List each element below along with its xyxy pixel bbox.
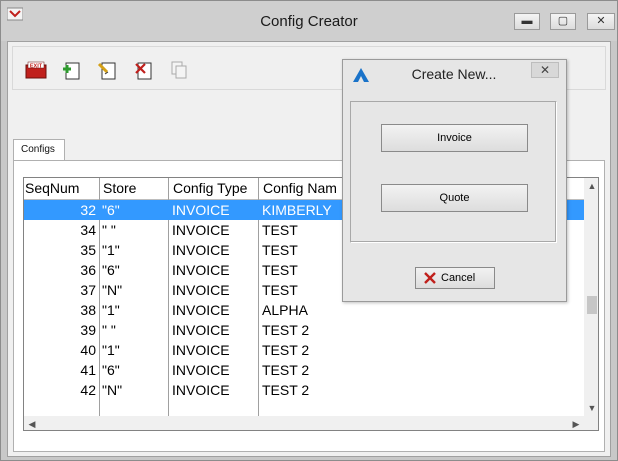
title-bar[interactable]: Config Creator ▬ ▢ ✕ [1, 1, 617, 41]
scroll-thumb[interactable] [587, 296, 597, 314]
quote-button[interactable]: Quote [381, 184, 528, 212]
invoice-button[interactable]: Invoice [381, 124, 528, 152]
cell-seqnum: 36 [80, 262, 96, 278]
cell-config-type: INVOICE [172, 342, 230, 358]
edit-icon[interactable] [97, 60, 117, 80]
column-header-seqnum[interactable]: SeqNum [25, 180, 79, 196]
maximize-icon: ▢ [557, 15, 569, 27]
close-button[interactable]: ✕ [587, 13, 615, 30]
delete-icon[interactable] [133, 60, 153, 80]
cell-store: "1" [102, 342, 120, 358]
cancel-x-icon [424, 272, 436, 284]
tab-configs-label: Configs [21, 144, 55, 155]
cell-config-name: TEST 2 [262, 342, 310, 358]
minimize-button[interactable]: ▬ [514, 13, 540, 30]
copy-icon[interactable] [169, 60, 189, 80]
cell-config-type: INVOICE [172, 202, 230, 218]
close-icon: ✕ [539, 63, 551, 77]
cell-seqnum: 35 [80, 242, 96, 258]
cell-config-type: INVOICE [172, 242, 230, 258]
cell-config-name: TEST 2 [262, 322, 310, 338]
scroll-left-icon[interactable]: ◀ [24, 416, 40, 430]
cell-store: "N" [102, 382, 123, 398]
cell-config-type: INVOICE [172, 262, 230, 278]
scroll-down-icon[interactable]: ▼ [584, 400, 598, 416]
cell-config-name: TEST [262, 282, 298, 298]
tab-configs[interactable]: Configs [13, 139, 65, 161]
dialog-button-group [350, 101, 557, 243]
cell-seqnum: 40 [80, 342, 96, 358]
vertical-scrollbar[interactable]: ▲ ▼ [584, 178, 598, 416]
column-header-config-type[interactable]: Config Type [173, 180, 247, 196]
scroll-right-icon[interactable]: ▶ [568, 416, 584, 430]
cell-config-name: TEST 2 [262, 362, 310, 378]
exit-icon[interactable]: EXIT [25, 60, 47, 80]
scroll-up-icon[interactable]: ▲ [584, 178, 598, 194]
cell-store: "6" [102, 202, 120, 218]
horizontal-scrollbar[interactable]: ◀ ▶ [24, 416, 584, 430]
cell-seqnum: 39 [80, 322, 96, 338]
close-icon: ✕ [596, 15, 606, 27]
cell-store: "N" [102, 282, 123, 298]
cell-store: "1" [102, 242, 120, 258]
dialog-close-button[interactable]: ✕ [531, 62, 559, 78]
cell-config-name: TEST [262, 262, 298, 278]
exit-label: EXIT [30, 63, 43, 69]
column-header-config-name[interactable]: Config Nam [263, 180, 347, 196]
dialog-title: Create New... [411, 66, 497, 82]
add-icon[interactable] [61, 60, 81, 80]
cell-store: " " [102, 322, 116, 338]
scroll-corner [584, 416, 598, 430]
cell-config-type: INVOICE [172, 222, 230, 238]
dialog-app-icon [353, 68, 369, 82]
cell-config-type: INVOICE [172, 382, 230, 398]
create-new-dialog: Create New... ✕ Invoice Quote Cancel [342, 59, 567, 302]
cell-seqnum: 41 [80, 362, 96, 378]
cell-seqnum: 42 [80, 382, 96, 398]
cell-config-name: KIMBERLY [262, 202, 332, 218]
table-row[interactable]: 39 " " INVOICE TEST 2 [24, 320, 584, 340]
table-row[interactable]: 38 "1" INVOICE ALPHA [24, 300, 584, 320]
cell-config-type: INVOICE [172, 302, 230, 318]
cell-config-name: TEST 2 [262, 382, 310, 398]
cell-config-type: INVOICE [172, 282, 230, 298]
cell-store: "1" [102, 302, 120, 318]
cell-seqnum: 37 [80, 282, 96, 298]
cancel-button[interactable]: Cancel [415, 267, 495, 289]
maximize-button[interactable]: ▢ [550, 13, 576, 30]
cell-config-type: INVOICE [172, 322, 230, 338]
table-row[interactable]: 40 "1" INVOICE TEST 2 [24, 340, 584, 360]
cancel-label: Cancel [441, 272, 476, 284]
minimize-icon: ▬ [521, 15, 533, 27]
cell-config-name: ALPHA [262, 302, 308, 318]
column-header-store[interactable]: Store [103, 180, 136, 196]
table-row[interactable]: 41 "6" INVOICE TEST 2 [24, 360, 584, 380]
cell-store: "6" [102, 262, 120, 278]
cell-seqnum: 32 [80, 202, 96, 218]
main-window: Config Creator ▬ ▢ ✕ EXIT Configs SeqNum… [0, 0, 618, 461]
cell-store: " " [102, 222, 116, 238]
table-row[interactable]: 42 "N" INVOICE TEST 2 [24, 380, 584, 400]
cell-seqnum: 34 [80, 222, 96, 238]
cell-config-type: INVOICE [172, 362, 230, 378]
cell-config-name: TEST [262, 242, 298, 258]
cell-store: "6" [102, 362, 120, 378]
cell-seqnum: 38 [80, 302, 96, 318]
cell-config-name: TEST [262, 222, 298, 238]
